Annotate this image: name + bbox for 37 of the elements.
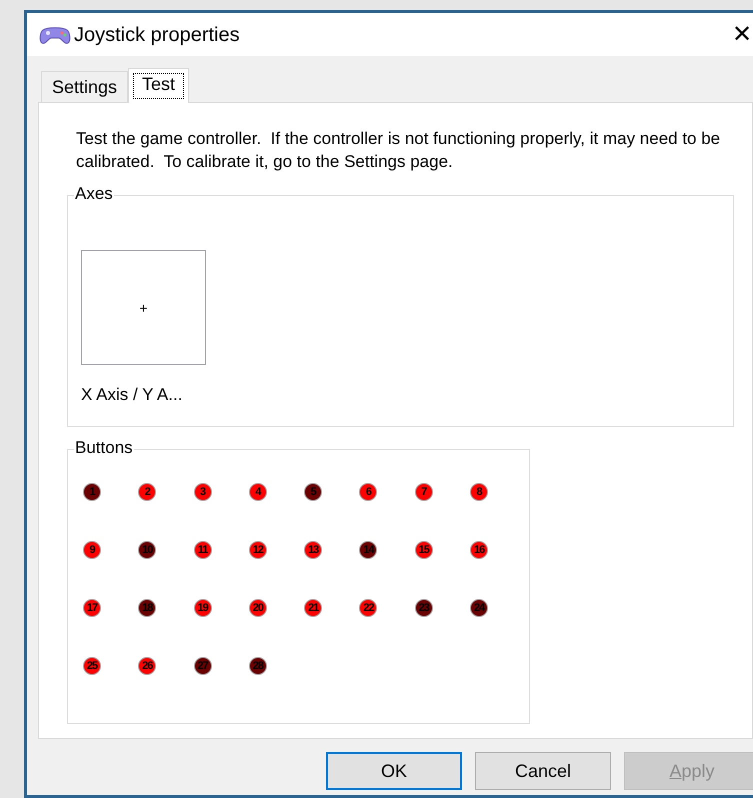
button-indicator: 1 — [83, 483, 101, 501]
dialog-button[interactable]: Cancel — [475, 752, 611, 790]
button-indicator: 20 — [248, 599, 267, 617]
button-indicator: 26 — [138, 657, 156, 675]
close-button[interactable]: ✕ — [722, 14, 753, 54]
tab[interactable]: Settings — [41, 71, 128, 102]
button-indicator: 17 — [83, 599, 101, 617]
axis-label: X Axis / Y A... — [81, 385, 182, 405]
button-indicator: 24 — [470, 599, 488, 617]
window-title: Joystick properties — [74, 22, 240, 48]
button-indicator: 27 — [194, 657, 212, 675]
button-indicator: 28 — [248, 657, 267, 675]
button-indicator: 15 — [414, 541, 433, 559]
tab[interactable]: Test — [128, 68, 190, 103]
button-indicator: 8 — [470, 483, 488, 501]
button-indicator: 9 — [83, 541, 101, 559]
button-indicator: 3 — [194, 483, 212, 501]
button-indicator: 11 — [194, 541, 212, 559]
button-indicator: 25 — [83, 657, 101, 675]
button-indicator: 22 — [359, 599, 378, 617]
button-indicator: 23 — [414, 599, 433, 617]
button-indicator: 10 — [138, 541, 156, 559]
button-indicator: 13 — [304, 541, 322, 559]
button-indicator: 2 — [138, 483, 156, 501]
button-indicator: 18 — [138, 599, 156, 617]
crosshair-marker: + — [139, 300, 148, 314]
button-indicator: 19 — [194, 599, 212, 617]
button-indicator: 12 — [248, 541, 267, 559]
button-indicator: 21 — [304, 599, 322, 617]
button-indicator: 16 — [470, 541, 488, 559]
button-indicator: 6 — [359, 483, 378, 501]
description-text: Test the game controller. If the controller is not functioning properly, it may need to be calibrated. To calibrate it, go to the Settings page. — [76, 128, 722, 173]
button-indicator: 4 — [248, 483, 267, 501]
dialog-button[interactable]: OK — [326, 752, 462, 790]
button-indicator: 7 — [414, 483, 433, 501]
button-indicator: 14 — [359, 541, 378, 559]
button-indicator: 5 — [304, 483, 322, 501]
